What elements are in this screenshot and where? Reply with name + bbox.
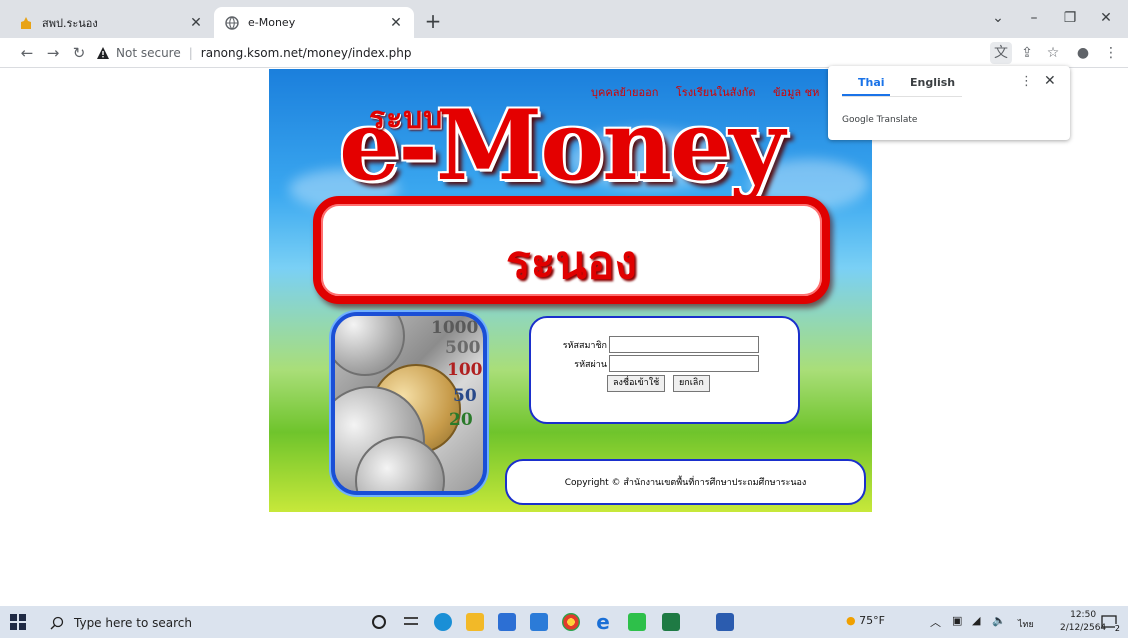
copyright-box: Copyright © สำนักงานเขตพื้นที่การศึกษาปร… — [505, 459, 866, 505]
restore-icon[interactable]: ❐ — [1056, 6, 1084, 30]
task-view-icon[interactable] — [402, 613, 420, 631]
windows-taskbar: Type here to search e ● 75°F ︿ ▣ ◢ 🔈 ไทย… — [0, 606, 1128, 638]
tab-search-icon[interactable]: ⌄ — [984, 6, 1012, 30]
coin-shape — [335, 316, 405, 376]
banknote-label: 20 — [449, 410, 473, 430]
temple-favicon-icon — [18, 15, 34, 31]
weather-widget[interactable]: ● 75°F — [846, 614, 885, 627]
address-divider: | — [188, 46, 193, 60]
excel-icon[interactable] — [662, 613, 680, 631]
store-icon[interactable] — [498, 613, 516, 631]
address-bar[interactable]: Not secure | ranong.ksom.net/money/index… — [96, 42, 986, 64]
system-subtitle: ระบบ — [369, 101, 444, 136]
password-input[interactable] — [609, 355, 759, 372]
close-tab-icon[interactable]: ✕ — [188, 15, 204, 31]
tab-strip: สพป.ระนอง ✕ e-Money ✕ + ⌄ – ❐ ✕ — [0, 0, 1128, 38]
warning-icon — [97, 47, 109, 59]
translate-tab-thai[interactable]: Thai — [858, 76, 885, 89]
file-explorer-icon[interactable] — [466, 613, 484, 631]
login-button[interactable]: ลงชื่อเข้าใช้ — [607, 375, 666, 392]
member-id-row: รหัสสมาชิก — [537, 336, 759, 353]
menu-kebab-icon[interactable]: ⋮ — [1100, 42, 1122, 64]
share-icon[interactable]: ⇪ — [1016, 42, 1038, 64]
search-icon — [50, 616, 64, 630]
meet-now-icon[interactable]: ▣ — [952, 614, 962, 627]
window-close-icon[interactable]: ✕ — [1092, 6, 1120, 30]
new-tab-button[interactable]: + — [420, 9, 446, 35]
browser-toolbar: ← → ↻ Not secure | ranong.ksom.net/money… — [0, 38, 1128, 68]
back-arrow-icon[interactable]: ← — [16, 42, 38, 64]
login-form: รหัสสมาชิก รหัสผ่าน ลงชื่อเข้าใช้ ยกเลิก — [529, 316, 800, 424]
volume-icon[interactable]: 🔈 — [992, 614, 1006, 627]
search-placeholder: Type here to search — [74, 616, 192, 630]
forward-arrow-icon[interactable]: → — [42, 42, 64, 64]
tab-title: e-Money — [248, 16, 296, 29]
line-icon[interactable] — [628, 613, 646, 631]
globe-favicon-icon — [224, 15, 240, 31]
member-id-label: รหัสสมาชิก — [562, 340, 607, 351]
coins-image: 1000 500 100 50 20 — [331, 312, 487, 495]
banknote-label: 1000 — [431, 318, 479, 338]
banknote-label: 500 — [445, 338, 481, 358]
banknote-label: 100 — [447, 360, 483, 380]
password-row: รหัสผ่าน — [537, 355, 759, 372]
translate-popup: Thai English ⋮ ✕ Google Translate — [828, 66, 1070, 140]
profile-avatar-icon[interactable]: ● — [1072, 42, 1094, 64]
input-language[interactable]: ไทย — [1018, 617, 1034, 631]
cortana-icon[interactable] — [372, 615, 386, 629]
password-label: รหัสผ่าน — [574, 359, 607, 370]
internet-explorer-icon[interactable]: e — [594, 612, 612, 632]
translate-tab-english[interactable]: English — [910, 76, 955, 89]
edge-icon[interactable] — [434, 613, 452, 631]
cancel-button[interactable]: ยกเลิก — [673, 375, 710, 392]
tab-ranong[interactable]: สพป.ระนอง ✕ — [8, 7, 214, 38]
translate-menu-icon[interactable]: ⋮ — [1020, 74, 1033, 89]
chrome-icon[interactable] — [562, 613, 580, 631]
translate-tab-indicator — [842, 94, 890, 96]
province-name: ระนอง — [506, 235, 637, 289]
translate-tab-underline — [842, 96, 962, 97]
emoney-banner: บุคคลย้ายออก โรงเรียนในสังกัด ข้อมูล ชห … — [269, 69, 872, 512]
member-id-input[interactable] — [609, 336, 759, 353]
weather-cloud-icon: ● — [846, 614, 856, 627]
minimize-icon[interactable]: – — [1020, 6, 1048, 30]
word-icon[interactable] — [716, 613, 734, 631]
province-banner: ระนอง — [313, 196, 830, 304]
tray-chevron-icon[interactable]: ︿ — [930, 614, 941, 630]
notification-count: 2 — [1114, 624, 1120, 633]
windows-start-icon[interactable] — [8, 612, 28, 632]
tab-emoney[interactable]: e-Money ✕ — [214, 7, 414, 38]
banknote-label: 50 — [453, 386, 477, 406]
close-tab-icon[interactable]: ✕ — [388, 15, 404, 31]
translate-close-icon[interactable]: ✕ — [1044, 73, 1056, 89]
notification-center-icon[interactable]: 2 — [1100, 613, 1120, 633]
reload-icon[interactable]: ↻ — [68, 42, 90, 64]
url-text: ranong.ksom.net/money/index.php — [200, 46, 412, 60]
security-status: Not secure — [116, 46, 181, 60]
network-icon[interactable]: ◢ — [972, 614, 980, 627]
bookmark-star-icon[interactable]: ☆ — [1042, 42, 1064, 64]
translate-icon[interactable]: 文 — [990, 42, 1012, 64]
copyright-text: Copyright © สำนักงานเขตพื้นที่การศึกษาปร… — [564, 478, 807, 488]
taskbar-search-box[interactable]: Type here to search — [50, 612, 290, 634]
weather-temp: 75°F — [859, 614, 885, 627]
tab-title: สพป.ระนอง — [42, 16, 98, 30]
mail-icon[interactable] — [530, 613, 548, 631]
google-translate-label: Google Translate — [842, 115, 918, 125]
